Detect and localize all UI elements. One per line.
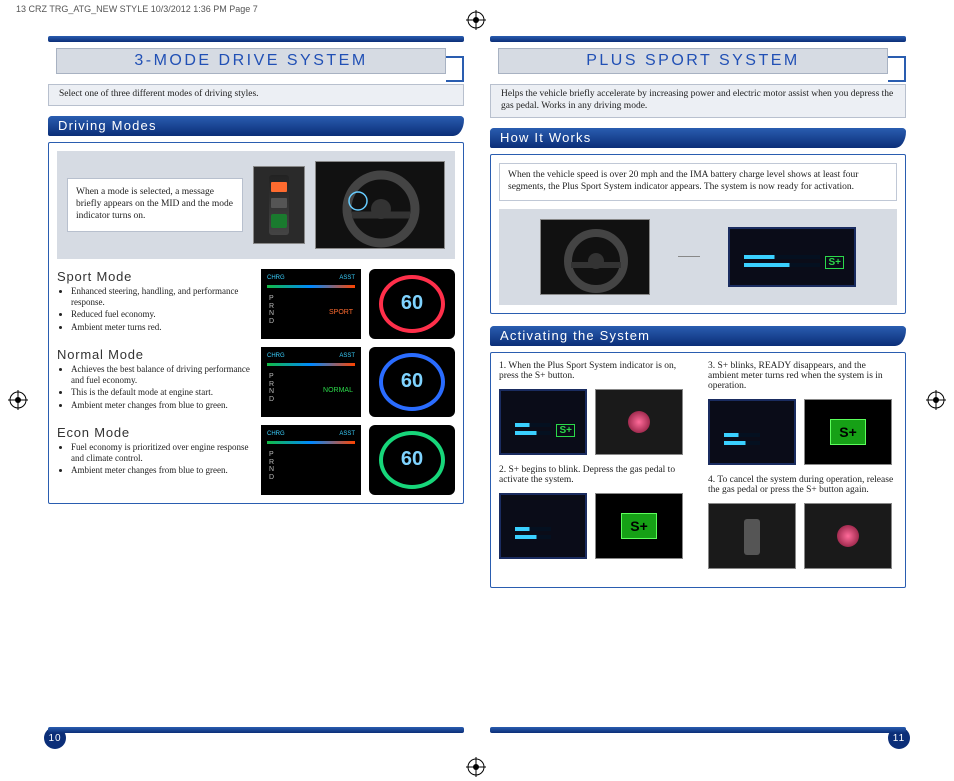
list-item: Fuel economy is prioritized over engine … bbox=[71, 442, 253, 464]
section-header: How It Works bbox=[490, 128, 906, 148]
speedo-photo: 60 bbox=[369, 347, 455, 417]
splus-badge: S+ bbox=[804, 399, 892, 465]
print-header: 13 CRZ TRG_ATG_NEW STYLE 10/3/2012 1:36 … bbox=[16, 4, 258, 14]
divider bbox=[48, 727, 464, 733]
splus-badge: S+ bbox=[595, 493, 683, 559]
section-header: Activating the System bbox=[490, 326, 906, 346]
callout-text: When a mode is selected, a message brief… bbox=[67, 178, 243, 232]
splus-button-photo bbox=[595, 389, 683, 455]
speedo-photo: 60 bbox=[369, 269, 455, 339]
cluster-photo: CHRG ASST P R N D bbox=[261, 425, 361, 495]
mode-title: Sport Mode bbox=[57, 269, 253, 284]
connector-line bbox=[678, 256, 700, 257]
mode-title: Econ Mode bbox=[57, 425, 253, 440]
speedo-photo: 60 bbox=[369, 425, 455, 495]
page-title: 3-MODE DRIVE SYSTEM bbox=[56, 48, 446, 74]
list-item: Ambient meter changes from blue to green… bbox=[71, 465, 253, 476]
page-left: 3-MODE DRIVE SYSTEM Select one of three … bbox=[48, 36, 464, 741]
intro-text: Select one of three different modes of d… bbox=[48, 84, 464, 106]
list-item: Reduced fuel economy. bbox=[71, 309, 253, 320]
dashboard-display-photo bbox=[708, 399, 796, 465]
mode-title: Normal Mode bbox=[57, 347, 253, 362]
step-3: 3. S+ blinks, READY disappears, and the … bbox=[708, 361, 897, 391]
registration-mark-icon bbox=[926, 390, 946, 410]
divider bbox=[490, 36, 906, 42]
activating-panel: 1. When the Plus Sport System indicator … bbox=[490, 352, 906, 588]
dashboard-display-photo bbox=[499, 493, 587, 559]
list-item: Ambient meter turns red. bbox=[71, 322, 253, 333]
dashboard-display-photo: S+ bbox=[728, 227, 856, 287]
list-item: Ambient meter changes from blue to green… bbox=[71, 400, 253, 411]
intro-text: Helps the vehicle briefly accelerate by … bbox=[490, 84, 906, 118]
cluster-photo: CHRG ASST P R N D SPORT bbox=[261, 269, 361, 339]
mode-sport: Sport Mode Enhanced steering, handling, … bbox=[57, 269, 455, 339]
mode-econ: Econ Mode Fuel economy is prioritized ov… bbox=[57, 425, 455, 495]
title-hook-decor bbox=[446, 56, 464, 82]
step-4: 4. To cancel the system during operation… bbox=[708, 475, 897, 495]
list-item: Achieves the best balance of driving per… bbox=[71, 364, 253, 386]
registration-mark-icon bbox=[8, 390, 28, 410]
driving-modes-panel: When a mode is selected, a message brief… bbox=[48, 142, 464, 504]
splus-indicator-icon: S+ bbox=[825, 256, 844, 269]
registration-mark-icon bbox=[466, 757, 486, 777]
howit-text: When the vehicle speed is over 20 mph an… bbox=[499, 163, 897, 201]
how-it-works-panel: When the vehicle speed is over 20 mph an… bbox=[490, 154, 906, 314]
section-header: Driving Modes bbox=[48, 116, 464, 136]
gas-pedal-photo bbox=[708, 503, 796, 569]
divider bbox=[490, 727, 906, 733]
registration-mark-icon bbox=[466, 10, 486, 30]
list-item: This is the default mode at engine start… bbox=[71, 387, 253, 398]
page-title: PLUS SPORT SYSTEM bbox=[498, 48, 888, 74]
steering-wheel-photo bbox=[315, 161, 445, 249]
divider bbox=[48, 36, 464, 42]
step-1: 1. When the Plus Sport System indicator … bbox=[499, 361, 688, 381]
cluster-photo: CHRG ASST P R N D NORMAL bbox=[261, 347, 361, 417]
title-hook-decor bbox=[888, 56, 906, 82]
dashboard-display-photo: S+ bbox=[499, 389, 587, 455]
splus-button-photo bbox=[804, 503, 892, 569]
list-item: Enhanced steering, handling, and perform… bbox=[71, 286, 253, 308]
mode-button-photo bbox=[253, 166, 305, 244]
step-2: 2. S+ begins to blink. Depress the gas p… bbox=[499, 465, 688, 485]
page-right: PLUS SPORT SYSTEM Helps the vehicle brie… bbox=[490, 36, 906, 741]
mode-normal: Normal Mode Achieves the best balance of… bbox=[57, 347, 455, 417]
steering-wheel-photo bbox=[540, 219, 650, 295]
